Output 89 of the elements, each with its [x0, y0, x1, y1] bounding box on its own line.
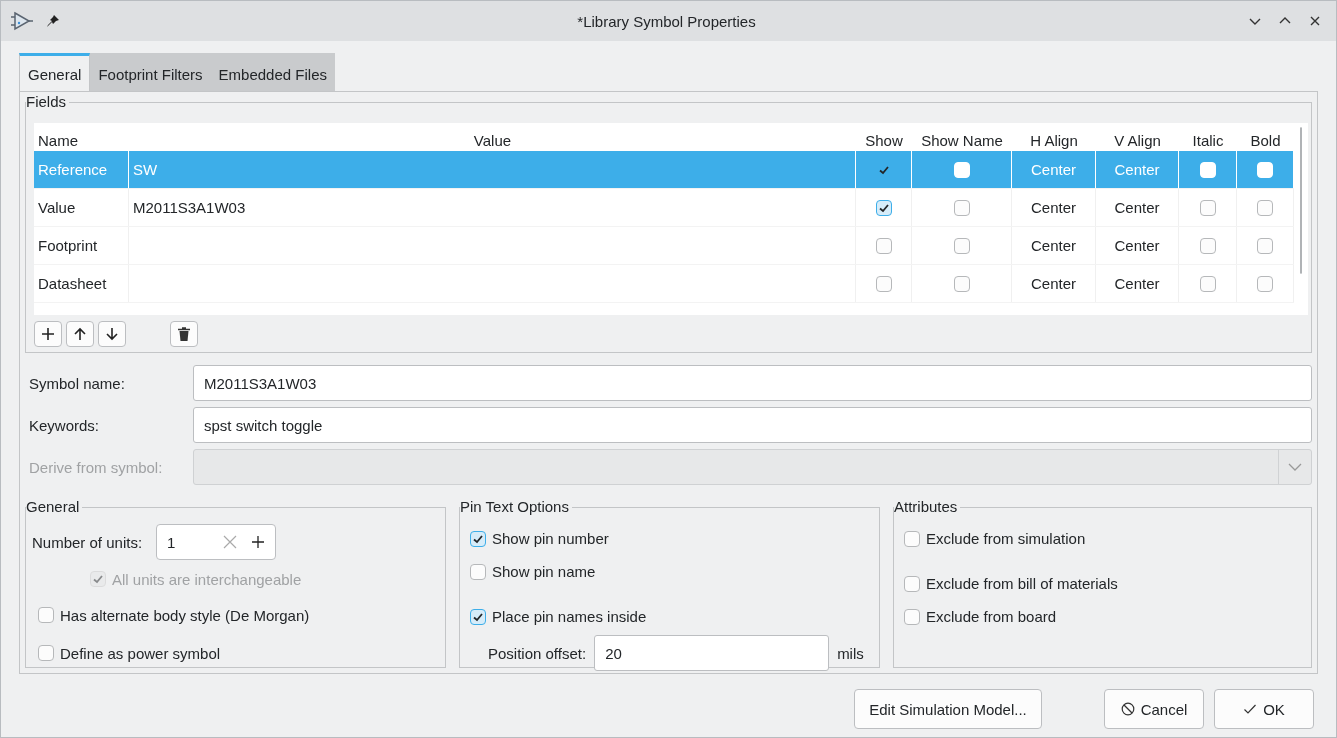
arrow-up-icon: [73, 327, 87, 341]
pin-icon[interactable]: [45, 13, 61, 29]
trash-icon: [178, 327, 190, 341]
checkbox[interactable]: [875, 275, 892, 292]
unit-label: mils: [837, 644, 864, 662]
table-cell: Center: [1096, 189, 1179, 226]
checkbox-label: Show pin name: [492, 563, 596, 580]
checkbox[interactable]: [470, 563, 486, 580]
checkbox-label: Define as power symbol: [60, 644, 221, 662]
checkbox[interactable]: [470, 530, 486, 547]
delete-button[interactable]: [170, 321, 198, 347]
number-field[interactable]: 1: [156, 524, 277, 560]
table-row[interactable]: Footprint Center Center: [34, 227, 1294, 265]
cancel-button[interactable]: Cancel: [1104, 689, 1204, 729]
add-button[interactable]: [34, 321, 62, 347]
text-field[interactable]: 20: [594, 635, 830, 671]
checkbox[interactable]: [904, 608, 920, 625]
table-cell: Center: [1096, 151, 1179, 188]
close-icon[interactable]: [1308, 14, 1322, 28]
scrollbar[interactable]: [1300, 127, 1302, 274]
window-title: *Library Symbol Properties: [576, 12, 757, 30]
table-cell: Center: [1096, 227, 1179, 264]
table-row[interactable]: Value M2011S3A1W03 Center Center: [34, 189, 1294, 227]
checkbox[interactable]: [904, 530, 920, 547]
table-cell: Center: [1012, 227, 1096, 264]
checkbox[interactable]: [1257, 275, 1273, 292]
field-label: Symbol name:: [29, 374, 126, 392]
checkbox-label: Exclude from simulation: [926, 530, 1086, 547]
checkbox[interactable]: [1257, 237, 1273, 254]
checkbox[interactable]: [953, 275, 970, 292]
group-title: Pin Text Options: [460, 498, 572, 516]
tab[interactable]: Embedded Files: [210, 53, 335, 91]
arrow-down-icon: [105, 327, 119, 341]
column-header: Name: [37, 132, 79, 149]
text-field[interactable]: spst switch toggle: [193, 407, 1312, 443]
column-header: Bold: [1249, 132, 1282, 149]
column-header: Show: [864, 132, 904, 149]
table-cell: Reference: [34, 151, 129, 188]
checkbox[interactable]: [1199, 199, 1216, 216]
column-header: Value: [472, 132, 513, 149]
check-icon: [1243, 702, 1258, 716]
table-cell: Center: [1012, 151, 1096, 188]
column-header: V Align: [1113, 132, 1162, 149]
text-field[interactable]: M2011S3A1W03: [193, 365, 1312, 401]
column-header: Show Name: [920, 132, 1004, 149]
table-cell: Center: [1096, 265, 1179, 302]
table-cell: Center: [1012, 189, 1096, 226]
checkbox[interactable]: [953, 237, 970, 254]
tab[interactable]: Footprint Filters: [90, 53, 211, 91]
app-logo-icon: [11, 11, 33, 31]
checkbox[interactable]: [1199, 275, 1216, 292]
column-header: Italic: [1191, 132, 1225, 149]
clear-icon[interactable]: [223, 535, 238, 549]
checkbox-label: Has alternate body style (De Morgan): [60, 606, 310, 624]
checkbox[interactable]: [904, 575, 920, 592]
field-label: Position offset:: [488, 644, 587, 662]
checkbox-label: Exclude from board: [926, 608, 1057, 625]
column-header: H Align: [1029, 132, 1079, 149]
table-cell: SW: [129, 151, 856, 188]
checkbox[interactable]: [38, 645, 54, 661]
plus-icon[interactable]: [251, 535, 266, 549]
checkbox[interactable]: [470, 608, 486, 625]
field-label: Derive from symbol:: [29, 458, 164, 476]
checkbox-label: Place pin names inside: [492, 608, 647, 625]
table-cell: M2011S3A1W03: [129, 189, 856, 226]
table-cell: Center: [1012, 265, 1096, 302]
ok-button[interactable]: OK: [1214, 689, 1314, 729]
plus-icon: [41, 327, 55, 341]
field-label: Number of units:: [32, 533, 143, 551]
checkbox[interactable]: [953, 199, 970, 216]
edit-simulation-model-button[interactable]: Edit Simulation Model...: [854, 689, 1042, 729]
checkbox-label: Show pin number: [492, 530, 609, 547]
table-row[interactable]: Datasheet Center Center: [34, 265, 1294, 303]
table-cell: Datasheet: [34, 265, 129, 302]
checkbox[interactable]: [875, 199, 892, 216]
chevron-down-icon: [1288, 462, 1302, 472]
move-down-button[interactable]: [98, 321, 126, 347]
move-up-button[interactable]: [66, 321, 94, 347]
table-cell: Footprint: [34, 227, 129, 264]
checkbox-label: All units are interchangeable: [112, 570, 302, 588]
checkbox[interactable]: [875, 237, 892, 254]
checkbox[interactable]: [1199, 237, 1216, 254]
checkbox-label: Exclude from bill of materials: [926, 575, 1118, 592]
tab[interactable]: General: [19, 53, 91, 91]
checkbox[interactable]: [38, 607, 54, 623]
checkbox[interactable]: [1257, 199, 1273, 216]
table-cell: Value: [34, 189, 129, 226]
cancel-icon: [1120, 702, 1135, 716]
field-label: Keywords:: [29, 416, 101, 434]
